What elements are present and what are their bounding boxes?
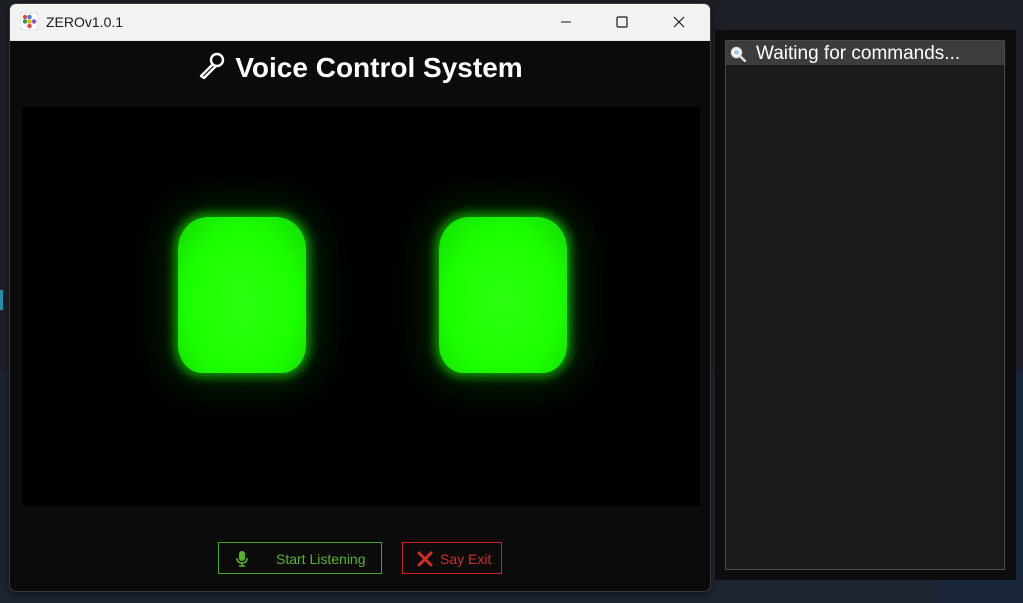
- command-log-list[interactable]: Waiting for commands...: [725, 40, 1005, 570]
- close-button[interactable]: [656, 4, 702, 40]
- x-icon: [417, 551, 433, 567]
- status-text: Waiting for commands...: [756, 43, 961, 64]
- magnifier-icon: [730, 46, 746, 62]
- left-eye: [178, 217, 306, 373]
- maximize-icon: [616, 16, 628, 28]
- app-icon: [20, 12, 38, 30]
- face-display: [22, 107, 700, 506]
- command-log-panel: Waiting for commands...: [715, 30, 1016, 580]
- window-title: ZEROv1.0.1: [46, 14, 124, 30]
- start-listening-button[interactable]: Start Listening: [218, 542, 382, 574]
- say-exit-button[interactable]: Say Exit: [402, 542, 502, 574]
- minimize-icon: [561, 21, 571, 23]
- title-bar[interactable]: ZEROv1.0.1: [10, 4, 710, 41]
- page-title-row: Voice Control System: [10, 52, 710, 84]
- app-window: ZEROv1.0.1 Voice Control System Start Li…: [9, 3, 711, 592]
- microphone-icon: [200, 52, 225, 80]
- status-row: Waiting for commands...: [726, 41, 1004, 65]
- say-exit-label: Say Exit: [440, 551, 492, 567]
- maximize-button[interactable]: [599, 4, 645, 40]
- start-listening-label: Start Listening: [276, 551, 366, 567]
- microphone-icon: [236, 551, 248, 567]
- minimize-button[interactable]: [543, 4, 589, 40]
- desktop-edge-accent: [0, 290, 3, 310]
- page-title: Voice Control System: [235, 52, 523, 83]
- close-icon: [673, 16, 685, 28]
- right-eye: [439, 217, 567, 373]
